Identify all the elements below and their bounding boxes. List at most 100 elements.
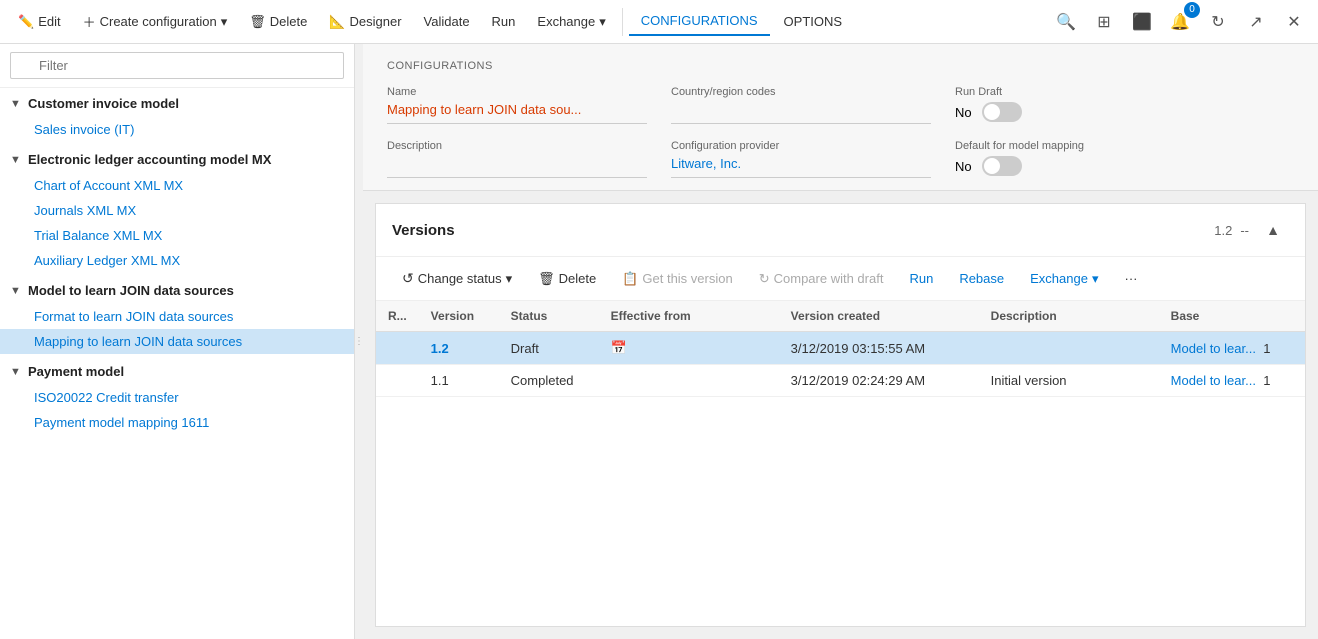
sidebar-item-chart-account[interactable]: Chart of Account XML MX (0, 173, 354, 198)
name-label: Name (387, 86, 647, 98)
create-icon: ＋ (83, 12, 96, 31)
col-header-effective[interactable]: Effective from (599, 301, 779, 332)
right-content: CONFIGURATIONS Name Mapping to learn JOI… (363, 44, 1318, 639)
config-panel: CONFIGURATIONS Name Mapping to learn JOI… (363, 44, 1318, 191)
table-row[interactable]: 1.1 Completed 3/12/2019 02:24:29 AM Init… (376, 365, 1305, 397)
grid-icon: ⊞ (1097, 12, 1110, 32)
version-dash: -- (1240, 223, 1249, 238)
default-toggle-row: No (955, 156, 1294, 176)
collapse-arrow-icon: ▼ (10, 366, 22, 378)
cell-base-2: Model to lear... 1 (1159, 365, 1305, 397)
exchange-button[interactable]: Exchange ▾ (527, 8, 615, 36)
versions-actions: ↺ Change status ▾ 🗑 Delete 📋 Get this ve… (376, 257, 1305, 301)
cell-created-1: 3/12/2019 03:15:55 AM (779, 332, 979, 365)
country-value (671, 102, 931, 124)
name-value: Mapping to learn JOIN data sou... (387, 102, 647, 124)
sidebar-item-format-join[interactable]: Format to learn JOIN data sources (0, 304, 354, 329)
cell-desc-2: Initial version (979, 365, 1159, 397)
default-mapping-value: No (955, 159, 972, 174)
office-icon: ⬛ (1132, 12, 1152, 32)
default-mapping-label: Default for model mapping (955, 140, 1294, 152)
cell-desc-1 (979, 332, 1159, 365)
filter-input[interactable] (10, 52, 344, 79)
col-header-description[interactable]: Description (979, 301, 1159, 332)
country-label: Country/region codes (671, 86, 931, 98)
resize-handle[interactable]: ⋮ (355, 44, 363, 639)
versions-delete-icon: 🗑 (538, 271, 555, 287)
collapse-arrow-icon: ▼ (10, 154, 22, 166)
sidebar-item-auxiliary-ledger[interactable]: Auxiliary Ledger XML MX (0, 248, 354, 273)
grid-icon-button[interactable]: ⊞ (1088, 6, 1120, 38)
validate-button[interactable]: Validate (414, 8, 480, 35)
versions-delete-button[interactable]: 🗑 Delete (528, 266, 606, 292)
col-header-base[interactable]: Base (1159, 301, 1305, 332)
sidebar-item-model-join[interactable]: ▼ Model to learn JOIN data sources (0, 277, 354, 304)
cell-created-2: 3/12/2019 02:24:29 AM (779, 365, 979, 397)
notification-area: 🔔 0 (1164, 6, 1196, 38)
main-layout: 🔍 ▼ Customer invoice model Sales invoice… (0, 44, 1318, 639)
designer-button[interactable]: 📐 Designer (319, 8, 411, 36)
table-header-row: R... Version Status Effective from Versi… (376, 301, 1305, 332)
close-icon: ✕ (1287, 12, 1300, 32)
cell-r-1 (376, 332, 419, 365)
edit-button[interactable]: ✏️ Edit (8, 8, 71, 36)
default-mapping-toggle[interactable] (982, 156, 1022, 176)
col-header-created[interactable]: Version created (779, 301, 979, 332)
calendar-icon[interactable]: 📅 (611, 340, 627, 356)
sidebar-item-trial-balance[interactable]: Trial Balance XML MX (0, 223, 354, 248)
delete-button[interactable]: 🗑 Delete (239, 8, 317, 36)
run-draft-toggle[interactable] (982, 102, 1022, 122)
toolbar-right: 🔍 ⊞ ⬛ 🔔 0 ↻ ↗ ✕ (1050, 6, 1310, 38)
ellipsis-icon: ··· (1124, 271, 1137, 286)
tree-group-customer-invoice: ▼ Customer invoice model Sales invoice (… (0, 88, 354, 144)
config-fields: Name Mapping to learn JOIN data sou... C… (387, 86, 1294, 178)
run-draft-toggle-row: No (955, 102, 1294, 122)
sidebar-item-journals-xml[interactable]: Journals XML MX (0, 198, 354, 223)
cell-version-1: 1.2 (419, 332, 499, 365)
description-label: Description (387, 140, 647, 152)
run-draft-value: No (955, 105, 972, 120)
more-options-button[interactable]: ··· (1114, 266, 1147, 291)
config-section-title: CONFIGURATIONS (387, 60, 1294, 72)
provider-value[interactable]: Litware, Inc. (671, 156, 931, 178)
refresh-button[interactable]: ↻ (1202, 6, 1234, 38)
collapse-versions-button[interactable]: ▲ (1257, 214, 1289, 246)
col-header-version[interactable]: Version (419, 301, 499, 332)
filter-wrap: 🔍 (10, 52, 344, 79)
get-this-version-button[interactable]: 📋 Get this version (612, 266, 743, 292)
sidebar-item-sales-invoice[interactable]: Sales invoice (IT) (0, 117, 354, 142)
col-header-status[interactable]: Status (499, 301, 599, 332)
sidebar-item-payment-model[interactable]: ▼ Payment model (0, 358, 354, 385)
versions-data-table: R... Version Status Effective from Versi… (376, 301, 1305, 397)
versions-run-button[interactable]: Run (899, 266, 943, 291)
versions-title: Versions (392, 222, 455, 239)
create-configuration-button[interactable]: ＋ Create configuration ▾ (73, 6, 238, 37)
cell-status-2: Completed (499, 365, 599, 397)
search-button[interactable]: 🔍 (1050, 6, 1082, 38)
run-button[interactable]: Run (482, 8, 526, 35)
expand-button[interactable]: ↗ (1240, 6, 1272, 38)
versions-exchange-button[interactable]: Exchange ▾ (1020, 266, 1108, 292)
app-icon-button[interactable]: ⬛ (1126, 6, 1158, 38)
sidebar-item-iso20022[interactable]: ISO20022 Credit transfer (0, 385, 354, 410)
provider-field: Configuration provider Litware, Inc. (671, 140, 931, 178)
close-button[interactable]: ✕ (1278, 6, 1310, 38)
cell-version-2: 1.1 (419, 365, 499, 397)
sidebar-item-mapping-join[interactable]: Mapping to learn JOIN data sources (0, 329, 354, 354)
edit-icon: ✏️ (18, 14, 34, 30)
sidebar-item-customer-invoice[interactable]: ▼ Customer invoice model (0, 90, 354, 117)
rebase-button[interactable]: Rebase (949, 266, 1014, 291)
provider-label: Configuration provider (671, 140, 931, 152)
sidebar-item-electronic-ledger[interactable]: ▼ Electronic ledger accounting model MX (0, 146, 354, 173)
versions-header: Versions 1.2 -- ▲ (376, 204, 1305, 257)
configurations-tab[interactable]: CONFIGURATIONS (629, 7, 770, 36)
refresh-icon: ↻ (1211, 12, 1224, 32)
sidebar-item-payment-mapping[interactable]: Payment model mapping 1611 (0, 410, 354, 435)
table-row[interactable]: 1.2 Draft 📅 3/12/2019 03:15:55 AM (376, 332, 1305, 365)
options-tab[interactable]: OPTIONS (772, 8, 855, 35)
table-body: 1.2 Draft 📅 3/12/2019 03:15:55 AM (376, 332, 1305, 397)
change-status-button[interactable]: ↺ Change status ▾ (392, 265, 522, 292)
exchange-chevron-icon: ▾ (599, 14, 606, 30)
tree-group-electronic-ledger: ▼ Electronic ledger accounting model MX … (0, 144, 354, 275)
compare-with-draft-button[interactable]: ↻ Compare with draft (749, 266, 894, 292)
